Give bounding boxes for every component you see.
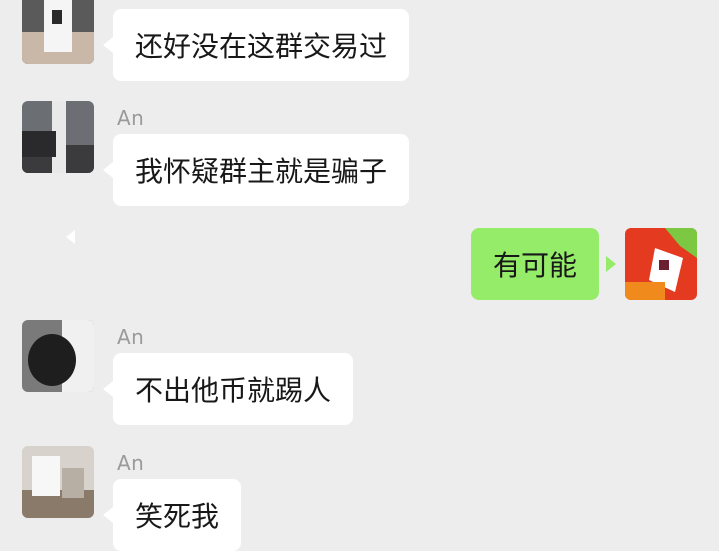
sender-name: An [117,106,145,130]
avatar-an[interactable] [22,0,94,64]
caret-left-icon [66,230,75,244]
avatar-an-icon [22,0,94,64]
message-text: 还好没在这群交易过 [135,30,388,63]
message-text: 笑死我 [135,500,220,533]
avatar-an-icon [22,446,94,518]
message-bubble-outgoing[interactable]: 有可能 [471,228,600,300]
avatar-an[interactable] [22,101,94,173]
avatar-an[interactable] [22,446,94,518]
avatar-self-icon [625,228,697,300]
message-bubble[interactable]: 我怀疑群主就是骗子 [113,134,410,206]
message-text: 不出他币就踢人 [135,374,332,407]
avatar-self[interactable] [625,228,697,300]
avatar-an-icon [22,320,94,392]
sender-name: An [117,325,145,349]
sender-name: An [117,451,145,475]
message-text: 有可能 [493,249,578,282]
message-bubble[interactable]: 不出他币就踢人 [113,353,354,425]
message-bubble[interactable]: 笑死我 [113,479,242,551]
message-text: 我怀疑群主就是骗子 [135,155,388,188]
avatar-an-icon [22,101,94,173]
message-bubble[interactable]: 还好没在这群交易过 [113,9,410,81]
avatar-an[interactable] [22,320,94,392]
